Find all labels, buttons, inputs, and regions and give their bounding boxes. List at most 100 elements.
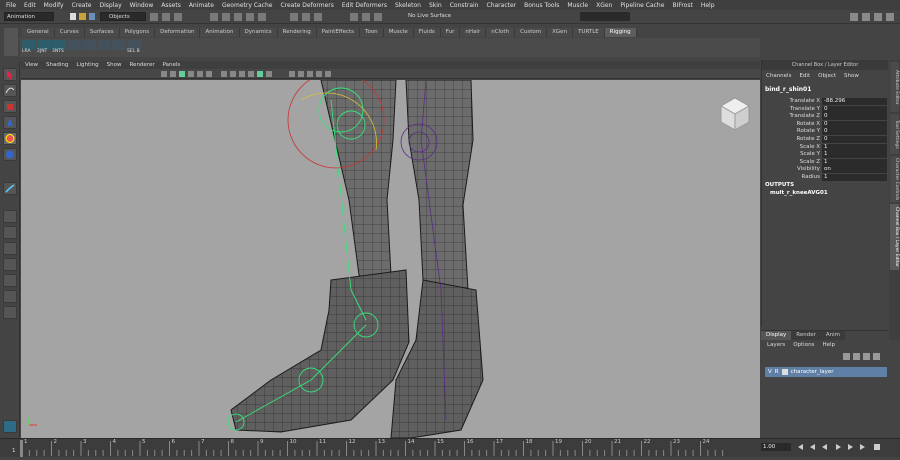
menu-edit-deformers[interactable]: Edit Deformers [342,2,387,9]
shelf-tab-general[interactable]: General [22,28,55,37]
menu-animate[interactable]: Animate [189,2,214,9]
layer-menu-layers[interactable]: Layers [767,342,785,348]
layer-menu[interactable]: Layers Options Help [761,340,888,350]
shelf-tab-polygons[interactable]: Polygons [119,28,156,37]
menu-assets[interactable]: Assets [161,2,181,9]
channel-row[interactable]: Rotate Y0 [762,128,889,136]
shelf-tab-xgen[interactable]: XGen [547,28,574,37]
viewport-toolbar[interactable] [21,69,760,79]
mudbox-icon[interactable] [3,420,17,433]
shelf-menu-icon[interactable] [4,28,18,56]
menu-muscle[interactable]: Muscle [567,2,588,9]
layer-action-icons[interactable] [837,352,885,361]
menu-create-deformers[interactable]: Create Deformers [280,2,333,9]
channel-menu-channels[interactable]: Channels [766,73,791,79]
channel-box-tab[interactable]: Channel Box / Layer Editor [890,204,899,270]
shelf-tab-painteffects[interactable]: PaintEffects [316,28,361,37]
shelf-tabs[interactable]: General Curves Surfaces Polygons Deformation… [22,28,637,37]
channel-attr-value[interactable]: -88.296 [822,98,887,105]
layer-name[interactable]: character_layer [791,369,834,375]
menu-geometry-cache[interactable]: Geometry Cache [222,2,272,9]
shelf-button-3[interactable] [67,40,81,50]
viewport-menu[interactable]: View Shading Lighting Show Renderer Panels [21,61,760,69]
shelf-tab-ncloth[interactable]: nCloth [486,28,516,37]
select-tool-icon[interactable] [3,68,17,81]
channel-row[interactable]: Scale X1 [762,143,889,152]
channel-row[interactable]: Rotate Z0 [762,136,889,144]
channel-row[interactable]: Translate Y0 [762,105,889,114]
menu-file[interactable]: File [6,2,16,9]
menu-bifrost[interactable]: BIFrost [672,2,692,9]
objects-selector[interactable]: Objects [100,12,146,21]
panel-toggle-icons[interactable] [850,12,898,22]
layer-visibility-toggle[interactable]: V [768,369,772,375]
viewport-menu-show[interactable]: Show [107,62,122,68]
menu-xgen[interactable]: XGen [596,2,612,9]
menu-pipeline-cache[interactable]: Pipeline Cache [620,2,664,9]
shelf-tab-muscle[interactable]: Muscle [383,28,414,37]
layout-outliner-icon[interactable] [3,290,17,303]
shelf-tab-fur[interactable]: Fur [440,28,461,37]
playback-controls[interactable] [796,442,896,452]
shelf-tab-rendering[interactable]: Rendering [277,28,317,37]
channel-row[interactable]: Scale Z1 [762,158,889,167]
shelf-button-6[interactable] [112,40,126,50]
rotate-tool-icon[interactable] [3,132,17,145]
menu-skin[interactable]: Skin [429,2,442,9]
channel-row[interactable]: Radius 1 [762,174,889,182]
channel-attr-value[interactable]: on [822,166,887,174]
layer-menu-options[interactable]: Options [793,342,814,348]
menu-character[interactable]: Character [487,2,517,9]
menu-edit[interactable]: Edit [24,2,36,9]
channel-menu-object[interactable]: Object [818,73,836,79]
channel-attr-value[interactable]: 1 [822,151,887,159]
move-tool-icon[interactable] [3,116,17,129]
perspective-viewport[interactable] [21,80,760,438]
channel-menu-edit[interactable]: Edit [799,73,810,79]
channel-row[interactable]: Translate Z0 [762,113,889,121]
layer-tabs[interactable]: Display Render Anim [761,331,888,340]
layer-menu-help[interactable]: Help [822,342,835,348]
shelf-tab-deformation[interactable]: Deformation [155,28,201,37]
layout-graph-icon[interactable] [3,306,17,319]
shelf-tab-surfaces[interactable]: Surfaces [84,28,120,37]
outputs-node[interactable]: mult_r_kneeAVG01 [770,190,828,196]
viewport-menu-lighting[interactable]: Lighting [76,62,98,68]
scale-tool-icon[interactable] [3,148,17,161]
layer-tab-render[interactable]: Render [791,331,821,340]
layout-persp-icon[interactable] [3,274,17,287]
shelf-tab-dynamics[interactable]: Dynamics [239,28,278,37]
current-time-field[interactable]: 1.00 [761,443,791,451]
channel-attr-value[interactable]: 1 [822,174,887,181]
layout-single-icon[interactable] [3,210,17,223]
mode-dropdown[interactable]: Animation [4,12,54,21]
channel-attr-value[interactable]: 1 [822,158,887,166]
channel-box-menu[interactable]: Channels Edit Object Show [762,70,888,82]
viewport-menu-shading[interactable]: Shading [46,62,68,68]
shelf-tab-curves[interactable]: Curves [54,28,85,37]
viewport-menu-panels[interactable]: Panels [163,62,181,68]
channel-row[interactable]: Translate X -88.296 [762,98,889,106]
shelf-tab-rigging[interactable]: Rigging [604,28,637,37]
layer-row[interactable]: V R character_layer [765,367,887,377]
shelf-tab-custom[interactable]: Custom [515,28,548,37]
menu-constrain[interactable]: Constrain [450,2,479,9]
shelf-button-5[interactable] [97,40,111,50]
channel-attr-value[interactable]: 0 [822,136,887,143]
channel-menu-show[interactable]: Show [844,73,859,79]
layer-tab-anim[interactable]: Anim [820,331,846,340]
lasso-tool-icon[interactable] [3,84,17,97]
menu-window[interactable]: Window [130,2,154,9]
shelf-tab-animation[interactable]: Animation [200,28,240,37]
layer-color-swatch[interactable] [781,369,788,375]
shelf-tab-turtle[interactable]: TURTLE [573,28,605,37]
menu-modify[interactable]: Modify [44,2,64,9]
input-line-field[interactable] [580,12,630,21]
menu-help[interactable]: Help [701,2,715,9]
character-legs-model[interactable] [21,80,760,438]
shelf-button-4[interactable] [82,40,96,50]
viewport-toolbar-icons[interactable] [21,69,760,79]
channel-attr-value[interactable]: 0 [822,120,887,128]
joint-tool-icon[interactable] [3,182,17,195]
menu-create[interactable]: Create [72,2,92,9]
